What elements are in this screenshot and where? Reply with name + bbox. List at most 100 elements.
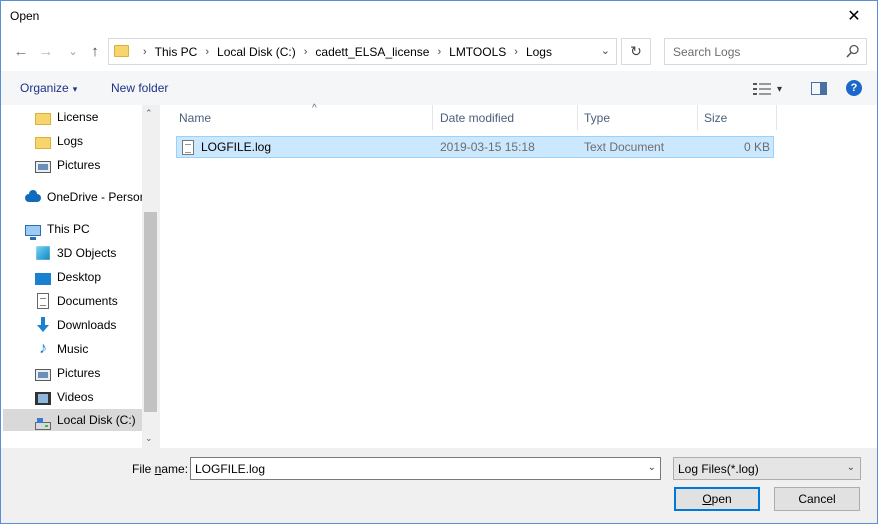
- sidebar-item-label: Desktop: [57, 270, 102, 284]
- pictures-icon: [35, 161, 51, 173]
- text-file-icon: [182, 140, 194, 155]
- table-row[interactable]: LOGFILE.log 2019-03-15 15:18 Text Docume…: [176, 136, 774, 158]
- chevron-down-icon[interactable]: ⌄: [648, 462, 656, 473]
- file-name-combobox[interactable]: ⌄: [190, 457, 661, 480]
- sidebar-item-label: Pictures: [57, 158, 101, 172]
- close-button[interactable]: ✕: [831, 1, 877, 31]
- refresh-icon: ↻: [630, 43, 642, 59]
- scroll-up-icon[interactable]: ⌃: [145, 108, 153, 119]
- pictures-icon: [35, 369, 51, 381]
- breadcrumb-this-pc[interactable]: This PC: [155, 45, 198, 59]
- desktop-icon: [35, 273, 51, 285]
- local-disk-icon: [35, 418, 51, 430]
- sidebar-item-label: 3D Objects: [57, 246, 117, 260]
- title-bar: Open ✕: [1, 1, 877, 31]
- sidebar-item-label: Music: [57, 342, 89, 356]
- open-button[interactable]: Open: [674, 487, 760, 511]
- sidebar-item-pictures[interactable]: Pictures: [35, 362, 100, 384]
- file-type: Text Document: [584, 140, 665, 154]
- file-name-label: File name:: [132, 462, 188, 476]
- videos-icon: [35, 391, 51, 405]
- sidebar-item-downloads[interactable]: Downloads: [35, 314, 116, 336]
- breadcrumb-lmtools[interactable]: LMTOOLS: [449, 45, 506, 59]
- chevron-right-icon[interactable]: ›: [143, 46, 147, 58]
- sidebar-item-pictures[interactable]: Pictures: [35, 154, 100, 176]
- chevron-down-icon: ⌄: [846, 462, 855, 473]
- address-dropdown-icon[interactable]: ⌄: [601, 44, 610, 57]
- column-header-type[interactable]: Type: [578, 105, 698, 130]
- file-name-label-part: File: [132, 462, 155, 476]
- sidebar-item-this-pc[interactable]: This PC: [25, 218, 90, 240]
- scroll-down-icon[interactable]: ⌄: [145, 433, 153, 444]
- open-label-accelerator: O: [702, 492, 712, 506]
- navigation-pane: License Logs Pictures OneDrive - Persor …: [1, 105, 159, 448]
- refresh-button[interactable]: ↻: [621, 38, 651, 65]
- 3d-objects-icon: [36, 246, 50, 260]
- sidebar-item-onedrive[interactable]: OneDrive - Persor: [25, 186, 144, 208]
- search-icon[interactable]: [846, 44, 860, 58]
- sidebar-item-3d-objects[interactable]: 3D Objects: [35, 242, 116, 264]
- open-dialog: Open ✕ ← → ⌄ ↑ › This PC › Local Disk (C…: [0, 0, 878, 524]
- breadcrumb-cadett-elsa-license[interactable]: cadett_ELSA_license: [315, 45, 429, 59]
- column-header-label: Date modified: [440, 110, 515, 125]
- sidebar-item-documents[interactable]: Documents: [35, 290, 118, 312]
- sidebar-item-logs[interactable]: Logs: [35, 130, 83, 152]
- this-pc-icon: [25, 224, 41, 240]
- search-input[interactable]: [665, 39, 843, 64]
- folder-icon: [114, 45, 129, 57]
- file-type-filter[interactable]: Log Files(*.log) ⌄: [673, 457, 861, 480]
- sidebar-item-music[interactable]: ♪ Music: [35, 338, 88, 360]
- search-box[interactable]: [664, 38, 867, 65]
- column-header-name[interactable]: Name ^: [173, 103, 433, 130]
- file-name: LOGFILE.log: [201, 140, 272, 154]
- file-name-panel: File name: ⌄ Log Files(*.log) ⌄ Open Can…: [1, 448, 877, 523]
- dialog-title: Open: [10, 9, 40, 23]
- chevron-right-icon[interactable]: ›: [304, 46, 308, 58]
- chevron-right-icon[interactable]: ›: [514, 46, 518, 58]
- column-header-size[interactable]: Size: [698, 105, 777, 130]
- new-folder-button[interactable]: New folder: [111, 81, 168, 95]
- preview-pane-icon[interactable]: [811, 82, 827, 95]
- file-name-label-part: ame:: [161, 462, 189, 476]
- organize-button[interactable]: Organize ▾: [20, 81, 77, 95]
- sidebar-item-videos[interactable]: Videos: [35, 386, 93, 408]
- sidebar-item-license[interactable]: License: [35, 106, 98, 128]
- forward-button[interactable]: →: [37, 42, 55, 60]
- sidebar-item-label: License: [57, 110, 99, 124]
- close-icon: ✕: [847, 8, 861, 25]
- back-button[interactable]: ←: [12, 42, 30, 60]
- back-arrow-icon: ←: [13, 42, 29, 60]
- up-button[interactable]: ↑: [86, 42, 104, 60]
- scrollbar-thumb[interactable]: [144, 212, 157, 412]
- navigation-bar: ← → ⌄ ↑ › This PC › Local Disk (C:) › ca…: [1, 31, 877, 71]
- folder-icon: [35, 113, 51, 125]
- sidebar-item-label: Local Disk (C:): [57, 413, 136, 427]
- column-header-date-modified[interactable]: Date modified: [434, 105, 578, 130]
- open-label: pen: [711, 492, 732, 506]
- column-header-label: Size: [704, 110, 728, 125]
- sidebar-scrollbar[interactable]: ⌃ ⌄: [142, 105, 159, 448]
- sidebar-item-desktop[interactable]: Desktop: [35, 266, 101, 288]
- forward-arrow-icon: →: [38, 42, 54, 60]
- music-icon: ♪: [39, 340, 47, 357]
- help-button[interactable]: ?: [846, 80, 862, 96]
- sidebar-item-label: Logs: [57, 134, 84, 148]
- up-arrow-icon: ↑: [91, 42, 99, 60]
- chevron-right-icon[interactable]: ›: [437, 46, 441, 58]
- change-view-button[interactable]: ▾: [753, 82, 793, 96]
- breadcrumb-local-disk[interactable]: Local Disk (C:): [217, 45, 296, 59]
- file-name-input[interactable]: [191, 458, 641, 479]
- file-list: Name ^ Date modified Type Size LOGFILE.l…: [160, 103, 877, 448]
- breadcrumb-logs[interactable]: Logs: [526, 45, 552, 59]
- column-header-label: Type: [584, 110, 611, 125]
- caret-down-icon: ▾: [777, 83, 783, 95]
- sidebar-item-label: This PC: [47, 222, 90, 236]
- sidebar-item-label: Downloads: [57, 318, 117, 332]
- onedrive-icon: [25, 189, 41, 205]
- chevron-right-icon[interactable]: ›: [205, 46, 209, 58]
- cancel-button[interactable]: Cancel: [774, 487, 860, 511]
- address-bar[interactable]: › This PC › Local Disk (C:) › cadett_ELS…: [108, 38, 617, 65]
- recent-locations-button[interactable]: ⌄: [64, 42, 82, 60]
- documents-icon: [37, 293, 49, 309]
- sidebar-item-local-disk[interactable]: Local Disk (C:): [3, 409, 142, 431]
